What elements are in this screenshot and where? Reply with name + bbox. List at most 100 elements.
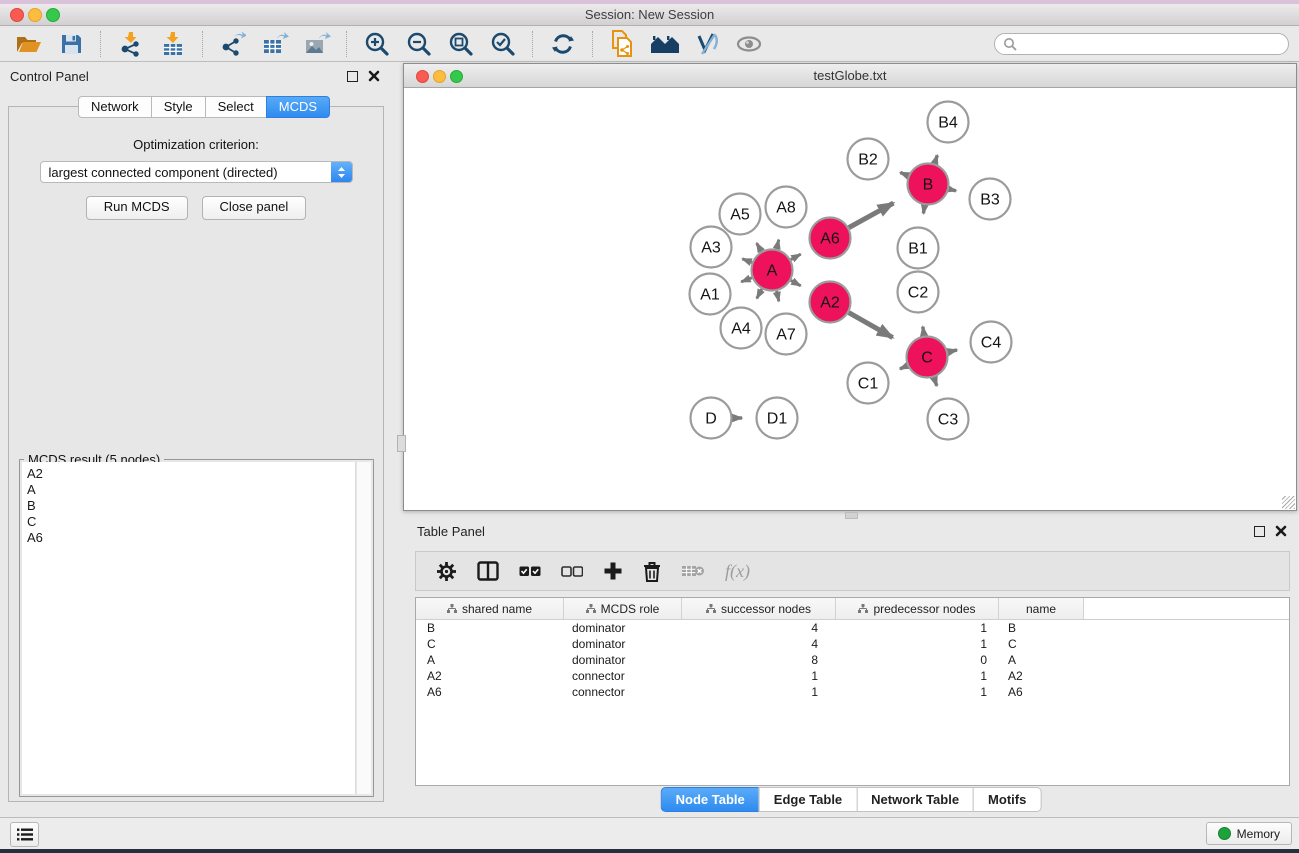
- graph-node-A8[interactable]: A8: [766, 187, 807, 228]
- column-header-shared-name[interactable]: shared name: [416, 598, 564, 619]
- result-list-item[interactable]: B: [27, 498, 350, 514]
- tab-network[interactable]: Network: [78, 96, 151, 118]
- graph-node-B1[interactable]: B1: [898, 228, 939, 269]
- table-row[interactable]: Adominator80A: [416, 652, 1289, 668]
- graph-node-A4[interactable]: A4: [721, 308, 762, 349]
- tab-style[interactable]: Style: [151, 96, 205, 118]
- column-header-successor-nodes[interactable]: successor nodes: [682, 598, 836, 619]
- optimization-criterion-dropdown[interactable]: largest connected component (directed): [40, 161, 353, 183]
- birdseye-view-handle[interactable]: [397, 435, 406, 452]
- result-list-item[interactable]: A6: [27, 530, 350, 546]
- graph-edge-A-A1[interactable]: [741, 278, 752, 282]
- toolbar-search-box[interactable]: [994, 33, 1289, 55]
- graph-edge-A-A5[interactable]: [757, 243, 762, 251]
- export-image-button[interactable]: [299, 29, 335, 59]
- graph-edge-A2-C[interactable]: [849, 313, 893, 338]
- graph-node-D[interactable]: D: [691, 398, 732, 439]
- network-minimize-button[interactable]: [433, 70, 446, 83]
- create-column-button[interactable]: [603, 561, 623, 581]
- graph-edge-A6-B[interactable]: [849, 203, 894, 228]
- graph-node-D1[interactable]: D1: [757, 398, 798, 439]
- close-table-panel-icon[interactable]: [1275, 525, 1287, 537]
- graph-edge-A-A4[interactable]: [757, 289, 762, 298]
- browse-ndex-button[interactable]: [647, 29, 683, 59]
- minimize-window-button[interactable]: [28, 8, 42, 22]
- graph-node-C[interactable]: C: [907, 337, 948, 378]
- toggle-visual-style-button[interactable]: [689, 29, 725, 59]
- table-row[interactable]: Cdominator41C: [416, 636, 1289, 652]
- column-header-predecessor-nodes[interactable]: predecessor nodes: [836, 598, 999, 619]
- task-history-button[interactable]: [10, 822, 39, 847]
- graph-edge-A-A7[interactable]: [777, 291, 779, 301]
- delete-column-button[interactable]: [643, 561, 661, 582]
- graph-node-B2[interactable]: B2: [848, 139, 889, 180]
- zoom-in-button[interactable]: [359, 29, 395, 59]
- import-network-button[interactable]: [113, 29, 149, 59]
- network-close-button[interactable]: [416, 70, 429, 83]
- graph-node-B[interactable]: B: [908, 164, 949, 205]
- tab-node-table[interactable]: Node Table: [661, 787, 759, 812]
- graph-edge-A-A8[interactable]: [777, 240, 779, 249]
- graph-node-C2[interactable]: C2: [898, 272, 939, 313]
- graph-node-B4[interactable]: B4: [928, 102, 969, 143]
- graph-edge-C-C3[interactable]: [934, 377, 937, 385]
- save-session-button[interactable]: [53, 29, 89, 59]
- show-column-panel-button[interactable]: [477, 561, 499, 581]
- export-network-button[interactable]: [215, 29, 251, 59]
- run-mcds-button[interactable]: Run MCDS: [86, 196, 188, 220]
- float-table-panel-icon[interactable]: [1254, 526, 1265, 537]
- graph-edge-B-B2[interactable]: [900, 172, 908, 175]
- float-panel-icon[interactable]: [347, 71, 358, 82]
- graph-node-A6[interactable]: A6: [810, 218, 851, 259]
- network-canvas[interactable]: AA1A2A3A4A5A6A7A8BB1B2B3B4CC1C2C3C4DD1: [404, 88, 1296, 510]
- tab-select[interactable]: Select: [205, 96, 266, 118]
- graph-edge-C-C2[interactable]: [923, 327, 924, 336]
- close-panel-button[interactable]: Close panel: [202, 196, 307, 220]
- zoom-fit-button[interactable]: [443, 29, 479, 59]
- table-row[interactable]: A6connector11A6: [416, 684, 1289, 700]
- dropdown-stepper[interactable]: [331, 162, 352, 182]
- zoom-selected-button[interactable]: [485, 29, 521, 59]
- tab-mcds[interactable]: MCDS: [266, 96, 330, 118]
- tab-motifs[interactable]: Motifs: [973, 787, 1041, 812]
- column-header-name[interactable]: name: [999, 598, 1084, 619]
- graph-node-C3[interactable]: C3: [928, 399, 969, 440]
- table-settings-button[interactable]: [436, 561, 457, 582]
- result-list-item[interactable]: C: [27, 514, 350, 530]
- table-row[interactable]: Bdominator41B: [416, 620, 1289, 636]
- graph-node-A7[interactable]: A7: [766, 314, 807, 355]
- graph-edge-A-A6[interactable]: [791, 254, 801, 259]
- show-hide-button[interactable]: [731, 29, 767, 59]
- export-table-button[interactable]: [257, 29, 293, 59]
- close-window-button[interactable]: [10, 8, 24, 22]
- import-from-ndex-button[interactable]: [605, 29, 641, 59]
- window-resize-grip[interactable]: [1282, 496, 1295, 509]
- apply-layout-button[interactable]: [545, 29, 581, 59]
- result-list-item[interactable]: A: [27, 482, 350, 498]
- open-session-button[interactable]: [11, 29, 47, 59]
- tab-network-table[interactable]: Network Table: [856, 787, 973, 812]
- delete-table-button[interactable]: [681, 563, 705, 579]
- search-input[interactable]: [1017, 35, 1280, 52]
- mcds-result-list[interactable]: A2ABCA6: [22, 462, 356, 794]
- graph-edge-A-A3[interactable]: [742, 259, 752, 263]
- graph-node-A2[interactable]: A2: [810, 282, 851, 323]
- select-all-button[interactable]: [519, 564, 541, 578]
- graph-edge-A-A2[interactable]: [791, 280, 801, 285]
- graph-node-A[interactable]: A: [752, 250, 793, 291]
- zoom-window-button[interactable]: [46, 8, 60, 22]
- memory-button[interactable]: Memory: [1206, 822, 1292, 845]
- deselect-all-button[interactable]: [561, 564, 583, 578]
- graph-node-C4[interactable]: C4: [971, 322, 1012, 363]
- graph-node-C1[interactable]: C1: [848, 363, 889, 404]
- graph-edge-C-C4[interactable]: [948, 350, 957, 352]
- graph-node-A1[interactable]: A1: [690, 274, 731, 315]
- close-panel-icon[interactable]: [368, 70, 380, 82]
- table-row[interactable]: A2connector11A2: [416, 668, 1289, 684]
- result-list-scrollbar[interactable]: [357, 462, 371, 794]
- graph-node-A5[interactable]: A5: [720, 194, 761, 235]
- graph-node-A3[interactable]: A3: [691, 227, 732, 268]
- function-builder-button[interactable]: f(x): [725, 561, 750, 582]
- zoom-out-button[interactable]: [401, 29, 437, 59]
- tab-edge-table[interactable]: Edge Table: [759, 787, 856, 812]
